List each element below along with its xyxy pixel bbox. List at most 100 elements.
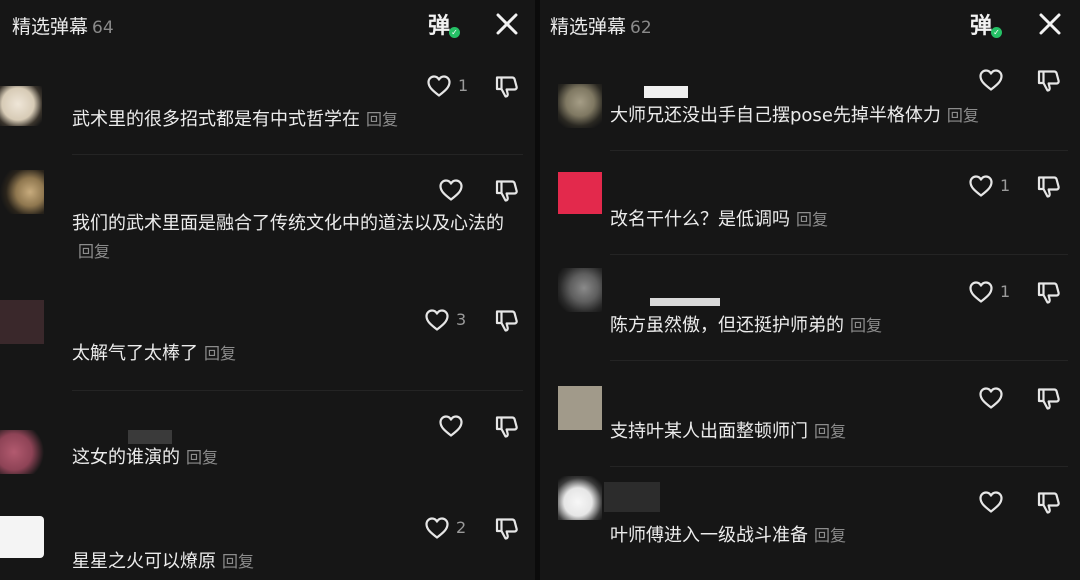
like-count: 1 (458, 76, 469, 95)
heart-outline-icon[interactable] (426, 74, 452, 98)
heart-outline-icon[interactable] (978, 490, 1004, 514)
comment-text: 太解气了太棒了 (72, 343, 198, 364)
comment-text: 支持叶某人出面整顿师门 (610, 421, 808, 442)
check-icon: ✓ (449, 27, 460, 38)
reply-button[interactable]: 回复 (78, 242, 110, 261)
username-placeholder (128, 430, 172, 444)
panel-title: 精选弹幕 64 (12, 12, 114, 39)
username-placeholder (604, 482, 660, 512)
comment-text-row: 改名干什么？是低调吗 回复 (610, 206, 828, 234)
panel-header: 精选弹幕 64 弹 ✓ (0, 0, 535, 50)
avatar (0, 516, 44, 558)
close-icon[interactable] (493, 10, 521, 38)
comment-text-row: 武术里的很多招式都是有中式哲学在 回复 (72, 106, 398, 134)
comment-text-row: 太解气了太棒了 回复 (72, 340, 236, 368)
thumbs-down-icon[interactable] (494, 308, 520, 334)
right-danmu-panel: 精选弹幕 62 弹 ✓ 大师兄还没出手自己摆pose先掉半格体力 回复 1 改名干什… (540, 0, 1080, 580)
thumbs-down-icon[interactable] (1036, 386, 1062, 412)
thumbs-down-icon[interactable] (1036, 490, 1062, 516)
heart-outline-icon[interactable] (978, 386, 1004, 410)
like-count: 1 (1000, 282, 1011, 301)
close-icon[interactable] (1036, 10, 1064, 38)
reply-button[interactable]: 回复 (796, 210, 828, 229)
danmu-count: 64 (92, 18, 114, 38)
username-placeholder (650, 298, 720, 306)
comment-item: 我们的武术里面是融合了传统文化中的道法以及心法的回复 (0, 154, 535, 286)
thumbs-down-icon[interactable] (494, 178, 520, 204)
reply-button[interactable]: 回复 (850, 316, 882, 335)
comment-text: 这女的谁演的 (72, 447, 180, 468)
thumbs-down-icon[interactable] (494, 74, 520, 100)
comment-text: 星星之火可以燎原 (72, 551, 216, 572)
heart-outline-icon[interactable] (424, 516, 450, 540)
divider (72, 154, 523, 155)
like-count: 2 (456, 518, 467, 537)
reply-button[interactable]: 回复 (947, 106, 979, 125)
divider (610, 150, 1068, 151)
danmu-toggle-icon[interactable]: 弹 ✓ (970, 8, 1002, 39)
comment-text-row: 星星之火可以燎原 回复 (72, 548, 254, 576)
comment-text: 叶师傅进入一级战斗准备 (610, 525, 808, 546)
danmu-toggle-icon[interactable]: 弹 ✓ (428, 8, 460, 39)
danmu-toggle-label: 弹 (428, 14, 451, 39)
comment-text-row: 陈方虽然傲，但还挺护师弟的 回复 (610, 312, 882, 340)
panel-header: 精选弹幕 62 弹 ✓ (540, 0, 1080, 50)
avatar (558, 386, 602, 430)
like-count: 1 (1000, 176, 1011, 195)
username-placeholder (644, 86, 688, 98)
check-icon: ✓ (991, 27, 1002, 38)
divider (610, 254, 1068, 255)
avatar (558, 172, 602, 214)
danmu-toggle-label: 弹 (970, 14, 993, 39)
panel-title-text: 精选弹幕 (12, 16, 89, 38)
danmu-count: 62 (630, 18, 652, 38)
comment-item: 3 太解气了太棒了 回复 (0, 286, 535, 390)
avatar (0, 86, 42, 126)
comment-item: 这女的谁演的 回复 (0, 390, 535, 502)
comment-text: 大师兄还没出手自己摆pose先掉半格体力 (610, 105, 941, 126)
comment-text-row: 大师兄还没出手自己摆pose先掉半格体力 回复 (610, 102, 979, 130)
comment-text: 武术里的很多招式都是有中式哲学在 (72, 109, 360, 130)
thumbs-down-icon[interactable] (1036, 68, 1062, 94)
reply-button[interactable]: 回复 (222, 552, 254, 571)
avatar (0, 430, 44, 474)
comment-text-row: 叶师傅进入一级战斗准备 回复 (610, 522, 846, 550)
comment-item: 2 星星之火可以燎原 回复 (0, 502, 535, 580)
like-count: 3 (456, 310, 467, 329)
comment-item: 1 改名干什么？是低调吗 回复 (540, 150, 1080, 254)
thumbs-down-icon[interactable] (494, 414, 520, 440)
thumbs-down-icon[interactable] (1036, 280, 1062, 306)
comment-item: 大师兄还没出手自己摆pose先掉半格体力 回复 (540, 50, 1080, 150)
divider (610, 466, 1068, 467)
comment-text-row: 支持叶某人出面整顿师门 回复 (610, 418, 846, 446)
avatar (0, 170, 44, 214)
reply-button[interactable]: 回复 (186, 448, 218, 467)
comment-text: 我们的武术里面是融合了传统文化中的道法以及心法的 (72, 213, 504, 234)
avatar (0, 300, 44, 344)
comment-text-row: 这女的谁演的 回复 (72, 444, 218, 472)
comment-item: 1 陈方虽然傲，但还挺护师弟的 回复 (540, 254, 1080, 360)
comment-text-row: 我们的武术里面是融合了传统文化中的道法以及心法的回复 (72, 210, 517, 266)
comment-item: 叶师傅进入一级战斗准备 回复 (540, 466, 1080, 580)
thumbs-down-icon[interactable] (494, 516, 520, 542)
reply-button[interactable]: 回复 (366, 110, 398, 129)
divider (610, 360, 1068, 361)
avatar (558, 268, 602, 312)
left-danmu-panel: 精选弹幕 64 弹 ✓ 1 武术里的很多招式都是有中式哲学在 回复 我们的武术里面是… (0, 0, 535, 580)
thumbs-down-icon[interactable] (1036, 174, 1062, 200)
heart-outline-icon[interactable] (978, 68, 1004, 92)
comment-text: 陈方虽然傲，但还挺护师弟的 (610, 315, 844, 336)
avatar (558, 84, 602, 128)
divider (72, 390, 523, 391)
reply-button[interactable]: 回复 (814, 422, 846, 441)
reply-button[interactable]: 回复 (204, 344, 236, 363)
panel-title-text: 精选弹幕 (550, 16, 627, 38)
heart-outline-icon[interactable] (424, 308, 450, 332)
heart-outline-icon[interactable] (438, 414, 464, 438)
panel-title: 精选弹幕 62 (550, 12, 652, 39)
heart-outline-icon[interactable] (968, 174, 994, 198)
heart-outline-icon[interactable] (438, 178, 464, 202)
comment-item: 支持叶某人出面整顿师门 回复 (540, 360, 1080, 466)
heart-outline-icon[interactable] (968, 280, 994, 304)
reply-button[interactable]: 回复 (814, 526, 846, 545)
